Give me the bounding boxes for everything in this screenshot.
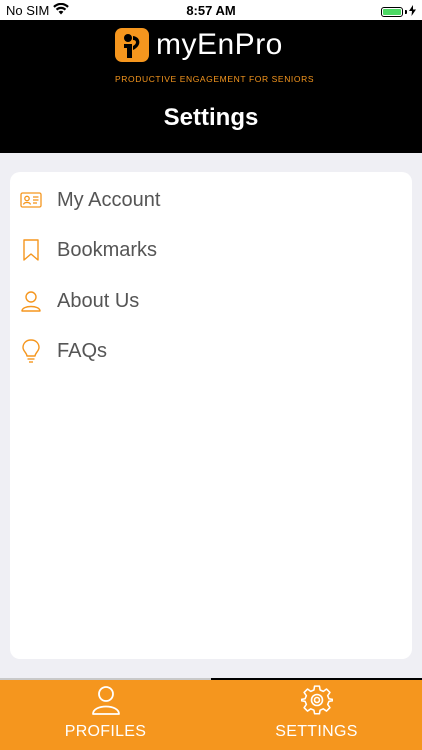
- page-title: Settings: [163, 104, 259, 131]
- tab-label: SETTINGS: [275, 723, 358, 740]
- battery-icon: [381, 6, 403, 17]
- app-header: myEnPro PRODUCTIVE ENGAGEMENT FOR SENIOR…: [0, 20, 422, 153]
- tab-profiles[interactable]: PROFILES: [0, 678, 211, 750]
- menu-item-label: Bookmarks: [57, 238, 158, 261]
- lightbulb-icon: [19, 339, 43, 363]
- menu-item-my-account[interactable]: My Account: [10, 177, 412, 223]
- status-bar: No SIM 8:57 AM: [0, 0, 422, 20]
- logo-text: myEnPro: [156, 28, 283, 61]
- battery-level: [383, 8, 401, 15]
- menu-item-bookmarks[interactable]: Bookmarks: [10, 227, 412, 273]
- menu-item-label: About Us: [57, 289, 140, 312]
- app-logo: myEnPro: [115, 28, 283, 62]
- logo-tagline: PRODUCTIVE ENGAGEMENT FOR SENIORS: [115, 74, 315, 84]
- gear-icon: [300, 684, 333, 716]
- tab-label: PROFILES: [64, 723, 147, 740]
- person-icon: [90, 684, 122, 716]
- settings-menu-card: My Account Bookmarks About Us FAQs: [10, 172, 412, 659]
- bookmark-icon: [19, 238, 43, 262]
- menu-item-about-us[interactable]: About Us: [10, 278, 412, 324]
- menu-item-faqs[interactable]: FAQs: [10, 328, 412, 374]
- logo-mark-icon: [115, 28, 149, 62]
- status-time: 8:57 AM: [186, 3, 236, 18]
- tab-settings[interactable]: SETTINGS: [211, 678, 422, 750]
- id-card-icon: [19, 188, 43, 212]
- menu-item-label: My Account: [57, 188, 161, 211]
- person-icon: [19, 289, 43, 313]
- battery-tip: [405, 9, 407, 14]
- menu-item-label: FAQs: [57, 339, 108, 362]
- charging-icon: [409, 4, 416, 19]
- tab-bar: PROFILES SETTINGS: [0, 678, 422, 750]
- battery-indicator: [381, 4, 416, 19]
